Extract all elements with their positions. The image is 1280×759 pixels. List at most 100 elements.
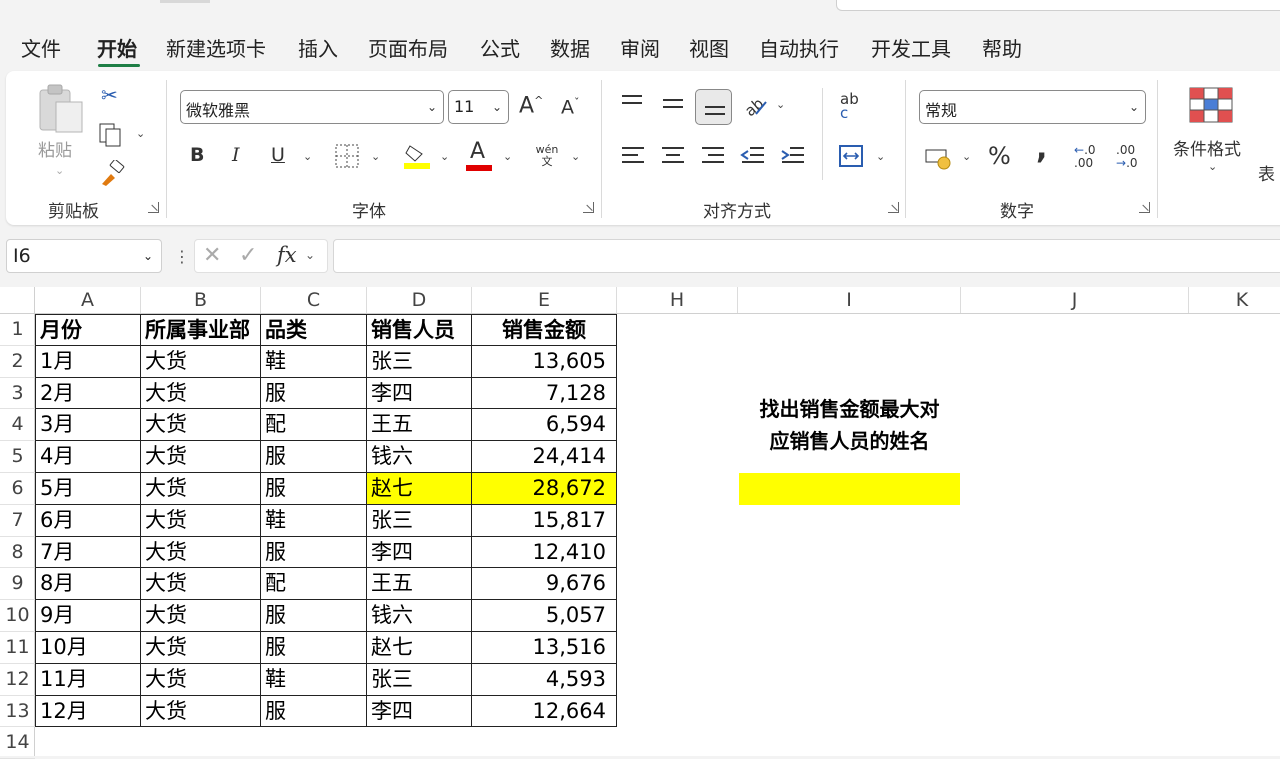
tab-review[interactable]: 审阅	[620, 33, 660, 62]
select-all-corner[interactable]	[0, 287, 35, 314]
name-box[interactable]: I6 ⌄	[6, 239, 162, 273]
tab-home[interactable]: 开始	[97, 33, 137, 62]
orientation-dropdown-caret[interactable]: ⌄	[776, 98, 785, 111]
underline-button[interactable]: U	[271, 146, 285, 165]
cell-salesperson[interactable]: 赵七	[367, 473, 472, 505]
cell-division[interactable]: 大货	[141, 600, 261, 632]
column-header-d[interactable]: D	[367, 287, 472, 314]
cell-month[interactable]: 11月	[35, 663, 141, 696]
tab-data[interactable]: 数据	[550, 33, 590, 62]
tab-page-layout[interactable]: 页面布局	[368, 33, 448, 62]
phonetic-icon[interactable]: wén 文	[535, 144, 559, 168]
column-header-k[interactable]: K	[1189, 287, 1280, 314]
cell-month[interactable]: 10月	[35, 632, 141, 664]
orientation-icon[interactable]: ab	[742, 94, 770, 118]
merge-dropdown-caret[interactable]: ⌄	[876, 150, 885, 163]
cell-amount[interactable]: 12,410	[472, 536, 617, 569]
number-format-select[interactable]: 常规 ⌄	[919, 90, 1146, 124]
number-launcher[interactable]	[1139, 202, 1150, 213]
format-painter-icon[interactable]	[99, 160, 127, 188]
underline-dropdown-caret[interactable]: ⌄	[303, 150, 312, 163]
cell-salesperson[interactable]: 王五	[367, 409, 472, 442]
cell-amount[interactable]: 13,516	[472, 632, 617, 664]
cell-division[interactable]: 大货	[141, 536, 261, 569]
window-tab[interactable]	[160, 0, 210, 3]
cell-division[interactable]: 大货	[141, 568, 261, 601]
cell-amount[interactable]: 4,593	[472, 663, 617, 696]
conditional-formatting-label[interactable]: 条件格式	[1173, 135, 1241, 160]
currency-dropdown-caret[interactable]: ⌄	[962, 150, 971, 163]
cell-amount[interactable]: 15,817	[472, 504, 617, 537]
conditional-formatting-icon[interactable]	[1188, 86, 1234, 124]
cell-month[interactable]: 6月	[35, 504, 141, 537]
cell-amount[interactable]: 7,128	[472, 377, 617, 410]
cell-month[interactable]: 5月	[35, 473, 141, 505]
cell-salesperson[interactable]: 李四	[367, 377, 472, 410]
cell-month[interactable]: 8月	[35, 568, 141, 601]
cell-category[interactable]: 服	[261, 377, 367, 410]
increase-decimal-icon[interactable]: ←.0.00	[1074, 144, 1096, 170]
cell-salesperson[interactable]: 赵七	[367, 632, 472, 664]
chevron-down-icon[interactable]: ⌄	[305, 248, 315, 262]
tab-insert[interactable]: 插入	[298, 33, 338, 62]
cell-month[interactable]: 3月	[35, 409, 141, 442]
row-header[interactable]: 5	[0, 441, 35, 473]
grow-font-icon[interactable]: A^	[519, 95, 543, 117]
cell-salesperson[interactable]: 张三	[367, 504, 472, 537]
cell-amount[interactable]: 9,676	[472, 568, 617, 601]
font-color-dropdown-caret[interactable]: ⌄	[503, 150, 512, 163]
merge-center-icon[interactable]	[838, 143, 864, 169]
cell-category[interactable]: 鞋	[261, 504, 367, 537]
column-header-h[interactable]: H	[617, 287, 738, 314]
cut-icon[interactable]: ✂	[101, 85, 118, 105]
cell-division[interactable]: 大货	[141, 345, 261, 378]
cell-month[interactable]: 9月	[35, 600, 141, 632]
formula-input[interactable]	[333, 239, 1280, 273]
font-launcher[interactable]	[583, 202, 594, 213]
bold-button[interactable]: B	[190, 146, 204, 165]
percent-icon[interactable]: %	[988, 144, 1011, 168]
cell-salesperson[interactable]: 李四	[367, 695, 472, 728]
cell-category[interactable]: 配	[261, 568, 367, 601]
row-header[interactable]: 11	[0, 632, 35, 664]
shrink-font-icon[interactable]: Aˇ	[561, 97, 580, 117]
row-header[interactable]: 3	[0, 378, 35, 410]
row-header[interactable]: 6	[0, 473, 35, 505]
paste-dropdown-caret[interactable]: ⌄	[55, 164, 64, 177]
cell-month[interactable]: 7月	[35, 536, 141, 569]
align-right-icon[interactable]	[700, 145, 726, 167]
tab-automate[interactable]: 自动执行	[759, 33, 839, 62]
clipboard-launcher[interactable]	[148, 202, 159, 213]
cell-division[interactable]: 大货	[141, 695, 261, 728]
font-name-select[interactable]: 微软雅黑 ⌄	[180, 90, 444, 124]
format-as-table-label[interactable]: 表	[1258, 160, 1275, 185]
column-header-c[interactable]: C	[261, 287, 367, 314]
column-header-a[interactable]: A	[35, 287, 141, 314]
cell-category[interactable]: 服	[261, 473, 367, 505]
cell-category[interactable]: 配	[261, 409, 367, 442]
cell-category[interactable]: 服	[261, 632, 367, 664]
header-cell-amount[interactable]: 销售金额	[472, 314, 617, 346]
fill-color-icon[interactable]	[402, 142, 432, 170]
cell-amount[interactable]: 13,605	[472, 345, 617, 378]
search-box[interactable]	[836, 0, 1280, 11]
align-bottom-button[interactable]	[695, 89, 732, 125]
cell-salesperson[interactable]: 王五	[367, 568, 472, 601]
cell-category[interactable]: 服	[261, 441, 367, 473]
cell-amount[interactable]: 6,594	[472, 409, 617, 442]
copy-dropdown-caret[interactable]: ⌄	[136, 127, 145, 140]
cell-month[interactable]: 4月	[35, 441, 141, 473]
insert-function-icon[interactable]: fx	[277, 243, 297, 267]
tab-help[interactable]: 帮助	[982, 33, 1022, 62]
cell-month[interactable]: 2月	[35, 377, 141, 410]
decrease-decimal-icon[interactable]: .00 →.0	[1116, 144, 1138, 170]
row-header[interactable]: 14	[0, 727, 35, 759]
header-cell-division[interactable]: 所属事业部	[141, 314, 261, 346]
header-cell-category[interactable]: 品类	[261, 314, 367, 346]
cell-amount[interactable]: 28,672	[472, 473, 617, 505]
tab-developer[interactable]: 开发工具	[871, 33, 951, 62]
column-header-e[interactable]: E	[472, 287, 617, 314]
paste-icon[interactable]	[36, 82, 86, 134]
alignment-launcher[interactable]	[888, 202, 899, 213]
row-header[interactable]: 10	[0, 600, 35, 632]
